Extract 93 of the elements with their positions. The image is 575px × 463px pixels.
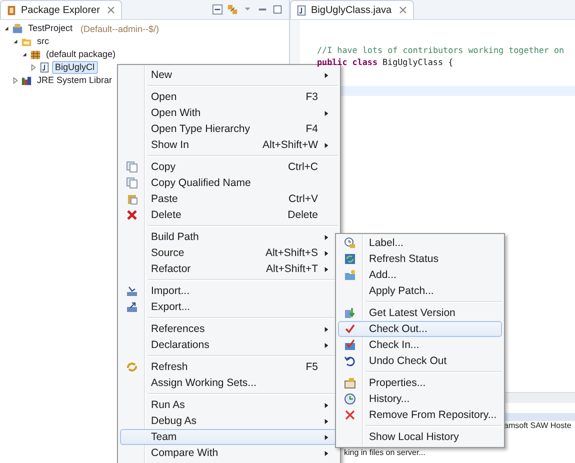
properties-icon xyxy=(344,377,356,389)
menu-item[interactable]: Check Out... xyxy=(338,321,502,337)
menu-item[interactable]: Open Type Hierarchy F4 xyxy=(120,121,338,137)
menu-item[interactable]: Open With xyxy=(120,105,338,121)
java-file-icon xyxy=(296,4,307,16)
submenu-arrow-icon xyxy=(324,402,329,408)
tree-item[interactable]: TestProject xyxy=(25,22,76,35)
menu-item[interactable]: Add... xyxy=(338,267,502,283)
check-in-icon xyxy=(344,339,356,351)
menu-item[interactable]: Compare With xyxy=(120,445,338,461)
menu-item[interactable]: Copy Ctrl+C xyxy=(120,159,338,175)
submenu-arrow-icon xyxy=(324,418,329,424)
refresh-icon xyxy=(344,253,356,265)
tree-item[interactable]: (default package) xyxy=(43,48,119,61)
menu-item[interactable]: Open F3 xyxy=(120,89,338,105)
menu-item[interactable]: Source Alt+Shift+S xyxy=(120,245,338,261)
menu-item[interactable]: Run As xyxy=(120,397,338,413)
submenu-arrow-icon xyxy=(324,266,329,272)
delete-icon xyxy=(126,209,138,221)
submenu-arrow-icon xyxy=(324,342,329,348)
menu-item[interactable]: Apply Patch... xyxy=(338,283,502,299)
console-line: king in files on server... xyxy=(344,447,426,458)
submenu-arrow-icon xyxy=(324,142,329,148)
maximize-icon[interactable] xyxy=(272,4,283,15)
menu-item[interactable]: Declarations xyxy=(120,337,338,353)
menu-item[interactable]: Refresh Status xyxy=(338,251,502,267)
repository-note: (Default--admin--$/) xyxy=(80,24,160,34)
code-text: BigUglyClass { xyxy=(382,56,454,68)
refresh-icon xyxy=(126,361,138,373)
menu-item[interactable]: Copy Qualified Name xyxy=(120,175,338,191)
folder-icon xyxy=(21,36,32,47)
tree-item[interactable]: BigUglyCl xyxy=(52,61,98,74)
project-icon xyxy=(12,23,23,34)
export-icon xyxy=(126,301,138,313)
submenu-arrow-icon xyxy=(324,234,329,240)
menu-item[interactable]: Properties... xyxy=(338,375,502,391)
menu-item[interactable]: Refresh F5 xyxy=(120,359,338,375)
collapse-all-icon[interactable] xyxy=(212,4,223,15)
paste-icon xyxy=(126,193,138,205)
copy-icon xyxy=(126,161,138,173)
package-icon xyxy=(30,49,41,60)
expanded-arrow-icon[interactable] xyxy=(12,38,19,45)
menu-item[interactable]: Export... xyxy=(120,299,338,315)
menu-item[interactable]: References xyxy=(120,321,338,337)
package-icon xyxy=(6,4,17,16)
menu-item[interactable]: Paste Ctrl+V xyxy=(120,191,338,207)
submenu-arrow-icon xyxy=(324,250,329,256)
console-line: amsoft SAW Hoste xyxy=(504,420,572,431)
expanded-arrow-icon[interactable] xyxy=(21,51,28,58)
close-icon[interactable] xyxy=(398,6,407,14)
view-tab[interactable]: Package Explorer xyxy=(0,0,122,19)
submenu-arrow-icon xyxy=(324,434,329,440)
collapsed-arrow-icon[interactable] xyxy=(30,64,37,71)
code-comment: //I have lots of contributors working together on xyxy=(317,44,564,56)
library-icon xyxy=(21,75,32,86)
menu-item[interactable]: Show Local History xyxy=(338,429,502,445)
menu-item[interactable]: Refactor Alt+Shift+T xyxy=(120,261,338,277)
menu-item[interactable]: Undo Check Out xyxy=(338,353,502,369)
close-icon[interactable] xyxy=(106,6,115,14)
menu-item[interactable]: New xyxy=(120,67,338,83)
menu-item[interactable]: Get Latest Version xyxy=(338,305,502,321)
menu-item[interactable]: Remove From Repository... xyxy=(338,407,502,423)
tree-item[interactable]: src xyxy=(34,35,52,48)
editor-tab[interactable]: BigUglyClass.java xyxy=(290,0,414,19)
undo-icon xyxy=(344,355,356,367)
menu-item[interactable]: Delete Delete xyxy=(120,207,338,223)
submenu-arrow-icon xyxy=(324,450,329,456)
check-icon xyxy=(344,323,356,335)
download-icon xyxy=(344,307,356,319)
menu-item[interactable]: Check In... xyxy=(338,337,502,353)
clock-icon xyxy=(344,393,356,405)
code-keyword: public class xyxy=(317,56,378,68)
import-icon xyxy=(126,285,138,297)
menu-item[interactable]: Assign Working Sets... xyxy=(120,375,338,391)
tree-item[interactable]: JRE System Librar xyxy=(34,74,116,87)
menu-item[interactable]: Import... xyxy=(120,283,338,299)
add-folder-icon xyxy=(344,269,356,281)
menu-item[interactable]: Label... xyxy=(338,235,502,251)
menu-item[interactable]: Build Path xyxy=(120,229,338,245)
expanded-arrow-icon[interactable] xyxy=(3,25,10,32)
submenu-arrow-icon xyxy=(324,110,329,116)
menu-item[interactable]: Show In Alt+Shift+W xyxy=(120,137,338,153)
delete-icon xyxy=(344,409,356,421)
java-file-icon xyxy=(39,62,50,73)
collapsed-arrow-icon[interactable] xyxy=(12,77,19,84)
link-icon[interactable] xyxy=(227,4,238,15)
submenu-arrow-icon xyxy=(324,326,329,332)
menu-item[interactable]: Team xyxy=(120,429,338,445)
clock-tag-icon xyxy=(344,237,356,249)
copy-icon xyxy=(126,177,138,189)
menu-item[interactable]: History... xyxy=(338,391,502,407)
menu-item[interactable]: Debug As xyxy=(120,413,338,429)
submenu-arrow-icon xyxy=(324,72,329,78)
